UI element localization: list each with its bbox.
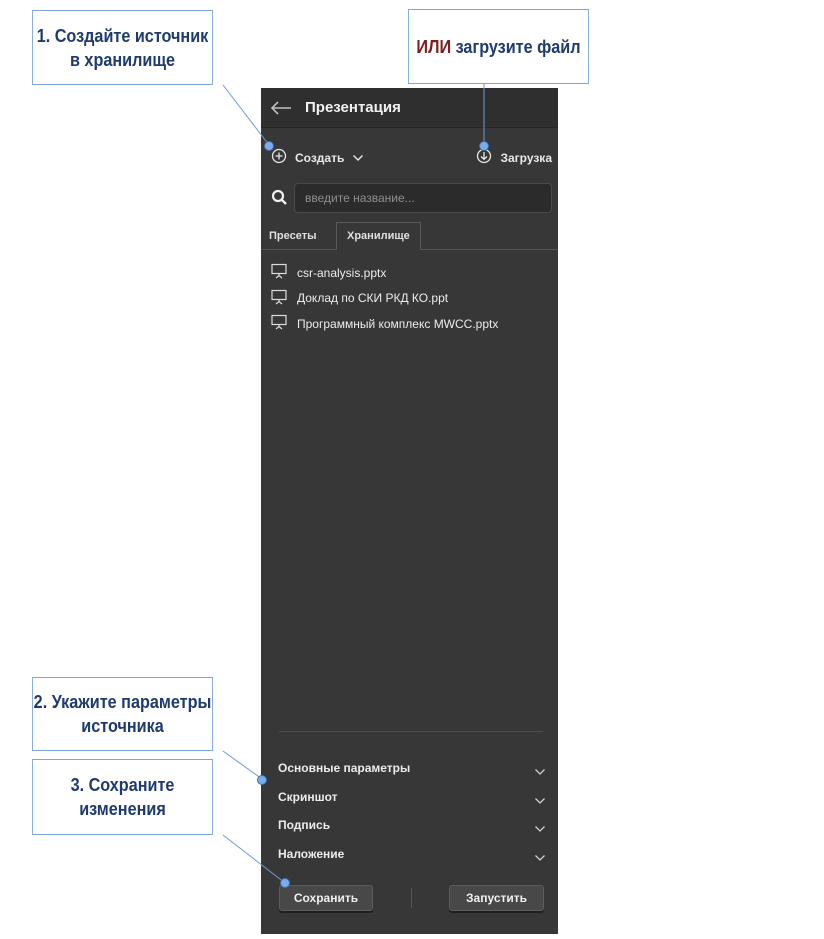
- button-separator: [411, 888, 412, 908]
- callout-step2-line1: 2. Укажите параметры: [33, 692, 212, 712]
- chevron-down-icon: [534, 820, 546, 838]
- callout-or-line: ИЛИ загрузите файл: [416, 35, 580, 59]
- run-button[interactable]: Запустить: [449, 885, 544, 911]
- divider: [279, 731, 543, 732]
- callout-step2-line2: источника: [81, 716, 164, 736]
- section-label: Скриншот: [278, 789, 338, 804]
- tab-storage[interactable]: Хранилище: [336, 222, 421, 250]
- chevron-down-icon: [534, 792, 546, 810]
- callout-step3: 3. Сохраните изменения: [32, 759, 213, 835]
- callout-or-text: загрузите файл: [451, 36, 581, 57]
- panel-title: Презентация: [305, 99, 401, 116]
- callout-or-prefix: ИЛИ: [416, 36, 452, 57]
- presentation-icon: [271, 263, 287, 282]
- callout-step1-line1: 1. Создайте источник: [36, 25, 209, 46]
- create-button[interactable]: Создать: [271, 148, 364, 167]
- list-item[interactable]: csr-analysis.pptx: [261, 260, 558, 286]
- tab-presets[interactable]: Пресеты: [269, 222, 316, 249]
- search-row: [261, 183, 558, 213]
- section-overlay[interactable]: Наложение: [261, 840, 558, 869]
- chevron-down-icon: [352, 151, 364, 165]
- search-input[interactable]: [294, 183, 552, 213]
- marker-save: [280, 878, 290, 888]
- save-button[interactable]: Сохранить: [279, 885, 373, 911]
- section-label: Наложение: [278, 847, 345, 862]
- section-screenshot[interactable]: Скриншот: [261, 783, 558, 812]
- upload-button[interactable]: Загрузка: [476, 148, 552, 167]
- section-label: Основные параметры: [278, 761, 411, 776]
- chevron-down-icon: [534, 849, 546, 867]
- panel-header: Презентация: [261, 88, 558, 128]
- file-name: Программный комплекс MWCC.pptx: [297, 316, 499, 331]
- list-item[interactable]: Доклад по СКИ РКД КО.ppt: [261, 286, 558, 312]
- search-icon: [271, 189, 288, 211]
- arrow-left-icon[interactable]: [261, 88, 301, 128]
- chevron-down-icon: [534, 763, 546, 781]
- callout-step2: 2. Укажите параметры источника: [32, 677, 213, 751]
- toolbar: Создать Загрузка: [261, 128, 558, 184]
- callout-step1: 1. Создайте источник в хранилище: [32, 10, 213, 85]
- marker-upload: [479, 141, 489, 151]
- callout-or-upload: ИЛИ загрузите файл: [408, 9, 589, 84]
- callout-step1-line2: в хранилище: [69, 49, 176, 70]
- section-main-params[interactable]: Основные параметры: [261, 754, 558, 783]
- presentation-icon: [271, 314, 287, 333]
- list-item[interactable]: Программный комплекс MWCC.pptx: [261, 311, 558, 337]
- marker-sections: [257, 775, 267, 785]
- callout-step3-line2: изменения: [79, 799, 166, 819]
- create-label: Создать: [295, 150, 345, 165]
- tab-bar: Пресеты Хранилище: [261, 222, 558, 250]
- plus-circle-icon: [271, 148, 287, 167]
- marker-create: [264, 141, 274, 151]
- file-name: csr-analysis.pptx: [297, 265, 387, 280]
- callout-step3-line1: 3. Сохраните: [70, 775, 175, 795]
- settings-sections: Основные параметры Скриншот Подпись Нало…: [261, 754, 558, 868]
- file-list: csr-analysis.pptx Доклад по СКИ РКД КО.p…: [261, 260, 558, 337]
- file-name: Доклад по СКИ РКД КО.ppt: [297, 291, 449, 306]
- presentation-panel: Презентация Создать Загрузка Пресеты Хра…: [261, 88, 558, 934]
- presentation-icon: [271, 289, 287, 308]
- section-label: Подпись: [278, 818, 331, 833]
- section-caption[interactable]: Подпись: [261, 811, 558, 840]
- upload-label: Загрузка: [500, 150, 552, 165]
